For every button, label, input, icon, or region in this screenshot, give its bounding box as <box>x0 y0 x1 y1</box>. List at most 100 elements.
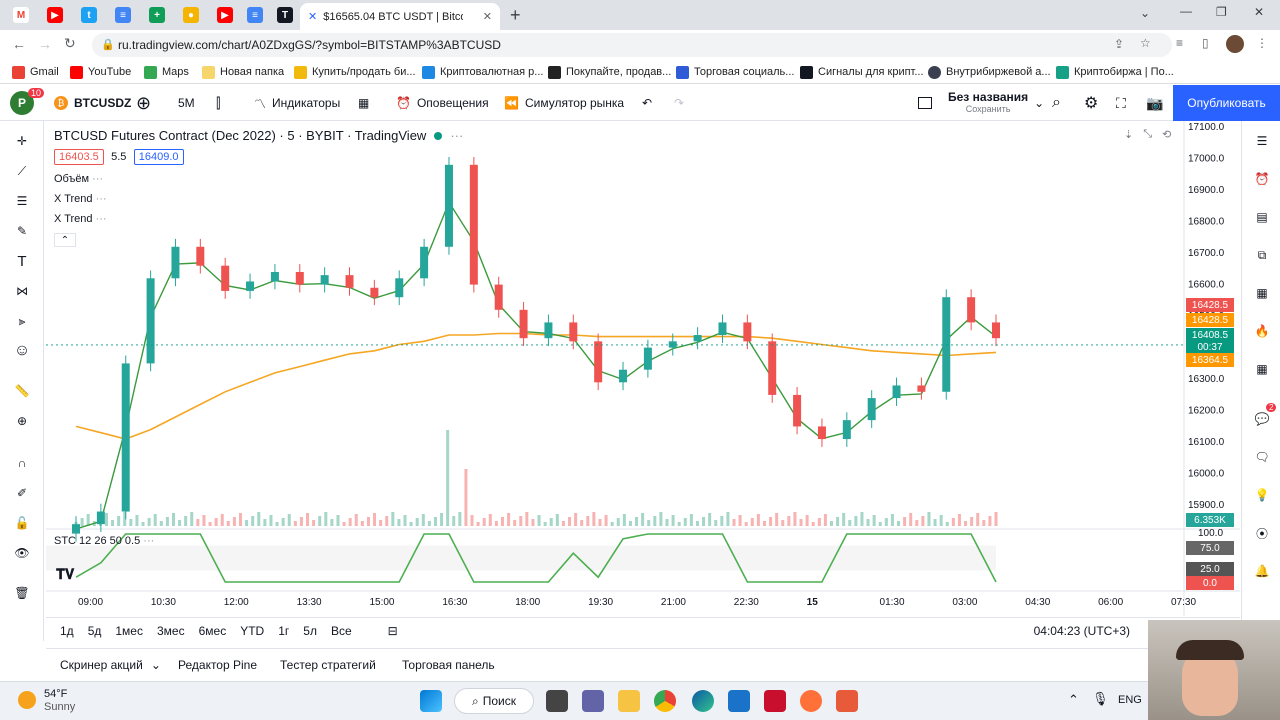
heatmap-button[interactable]: ▦ <box>1250 357 1274 381</box>
lock-tool[interactable]: 🔓 <box>10 511 34 535</box>
interval-button[interactable]: 5M <box>178 85 195 121</box>
bookmark-buy-sell[interactable]: Купить/продать би... <box>294 64 416 80</box>
period-1d[interactable]: 1д <box>60 624 74 638</box>
reset-icon[interactable]: ⟲ <box>1162 128 1171 141</box>
tab-search-icon[interactable]: ⌄ <box>1140 6 1150 20</box>
tab-ext[interactable]: ● <box>176 4 206 26</box>
url-bar[interactable]: 🔒 ru.tradingview.com/chart/A0ZDxgGS/?sym… <box>92 33 1172 57</box>
windows-start-icon[interactable] <box>420 690 442 712</box>
tab-tradingview[interactable]: T <box>270 4 300 26</box>
notifications-button[interactable]: 🔔 <box>1250 559 1274 583</box>
period-1y[interactable]: 1г <box>278 624 289 638</box>
chrome-icon[interactable] <box>654 690 676 712</box>
measure-tool[interactable]: 📏 <box>10 379 34 403</box>
bookmark-maps[interactable]: Maps <box>144 64 189 80</box>
calendar-button[interactable]: ▦ <box>1250 281 1274 305</box>
hotlist-button[interactable]: 🔥 <box>1250 319 1274 343</box>
tab-docs[interactable]: ≡ <box>108 4 138 26</box>
stay-drawing-tool[interactable]: ✐ <box>10 481 34 505</box>
date-range-button[interactable]: ⊟ <box>388 624 398 638</box>
zoom-tool[interactable]: ⊕ <box>10 409 34 433</box>
share-icon[interactable]: ⇪ <box>1114 37 1124 51</box>
layout-menu[interactable]: Без названия Сохранить ⌄ <box>918 85 1044 121</box>
magnet-tool[interactable]: ∩ <box>10 451 34 475</box>
microphone-icon[interactable]: 🎙 <box>1092 691 1109 707</box>
tab-trading-panel[interactable]: Торговая панель <box>402 649 495 681</box>
active-tab[interactable]: ✕ $16565.04 BTC USDT | Bitcoin де ✕ <box>300 3 500 30</box>
symbol-search[interactable]: ₿ BTCUSDZ <box>54 85 131 121</box>
bookmark-cryptobirzha[interactable]: Криптобиржа | По... <box>1056 64 1174 80</box>
period-ytd[interactable]: YTD <box>240 624 264 638</box>
new-tab-button[interactable]: + <box>510 5 521 26</box>
close-window-button[interactable]: ✕ <box>1254 5 1264 19</box>
hide-tool[interactable]: 👁 <box>10 541 34 565</box>
more-icon[interactable]: ··· <box>450 128 463 143</box>
minimize-button[interactable]: — <box>1180 4 1192 18</box>
tab-strategy-tester[interactable]: Тестер стратегий <box>280 649 376 681</box>
edge-icon[interactable] <box>692 690 714 712</box>
oscillator-legend[interactable]: STC 12 26 50 0.5 ··· <box>54 535 154 547</box>
remove-tool[interactable]: 🗑 <box>10 581 34 605</box>
taskbar-search[interactable]: ⌕ Поиск <box>454 688 534 714</box>
collapse-legend-button[interactable]: ⌃ <box>54 233 76 247</box>
chevron-up-icon[interactable]: ⌃ <box>1068 692 1079 708</box>
bookmark-intraday[interactable]: Внутрибиржевой а... <box>928 64 1051 80</box>
snapshot-button[interactable]: 📷 <box>1146 85 1163 121</box>
tab-youtube[interactable]: ▶ <box>40 4 70 26</box>
chat-button[interactable]: 💬 2 <box>1250 403 1277 431</box>
collapse-icon[interactable]: ⤡ <box>1143 128 1152 141</box>
user-menu[interactable]: P 10 <box>10 85 45 121</box>
undo-button[interactable]: ↶ <box>642 85 652 121</box>
tab-pine-editor[interactable]: Редактор Pine <box>178 649 257 681</box>
store-icon[interactable] <box>728 690 750 712</box>
arrow-down-icon[interactable]: ⇣ <box>1124 128 1133 141</box>
streams-button[interactable]: ⦿ <box>1250 521 1274 545</box>
trendline-tool[interactable]: ⟋ <box>10 159 34 183</box>
close-tab-icon[interactable]: ✕ <box>483 10 492 23</box>
fullscreen-button[interactable]: ⛶ <box>1116 85 1126 121</box>
task-view-icon[interactable] <box>546 690 568 712</box>
bookmark-gmail[interactable]: Gmail <box>12 64 59 80</box>
reload-icon[interactable]: ↻ <box>64 35 76 52</box>
maximize-button[interactable]: ❐ <box>1216 5 1227 19</box>
bookmark-star-icon[interactable]: ☆ <box>1140 36 1151 50</box>
firefox-icon[interactable] <box>800 690 822 712</box>
period-3m[interactable]: 3мес <box>157 624 185 638</box>
app-icon[interactable] <box>836 690 858 712</box>
bookmark-social[interactable]: Торговая социаль... <box>676 64 794 80</box>
bookmark-crypto-exchange[interactable]: Криптовалютная р... <box>422 64 543 80</box>
templates-button[interactable]: ▦ <box>358 85 369 121</box>
ask-button[interactable]: 16409.0 <box>133 149 184 165</box>
bid-button[interactable]: 16403.5 <box>54 149 104 165</box>
mcafee-icon[interactable] <box>764 690 786 712</box>
tab-docs-2[interactable]: ≡ <box>240 4 270 26</box>
crosshair-tool[interactable]: ✛ <box>10 129 34 153</box>
forward-icon[interactable]: → <box>38 36 52 52</box>
help-button[interactable]: 💡 <box>1250 483 1274 507</box>
text-tool[interactable]: T <box>10 249 34 273</box>
reading-list-icon[interactable]: ≡ <box>1176 36 1183 50</box>
file-explorer-icon[interactable] <box>618 690 640 712</box>
watchlist-button[interactable]: ☰ <box>1250 129 1274 153</box>
weather-widget[interactable]: 54°F Sunny <box>44 688 75 714</box>
back-icon[interactable]: ← <box>12 36 26 52</box>
forecast-tool[interactable]: ⫸ <box>10 309 34 333</box>
bookmark-signals[interactable]: Сигналы для крипт... <box>800 64 924 80</box>
indicators-button[interactable]: 〽 Индикаторы <box>254 85 340 121</box>
settings-button[interactable]: ⚙ <box>1084 85 1098 121</box>
publish-button[interactable]: Опубликовать <box>1173 85 1280 121</box>
data-window-button[interactable]: ⧉ <box>1250 243 1274 267</box>
tab-gmail[interactable]: M <box>6 4 36 26</box>
tab-stock-screener[interactable]: Скринер акций ⌄ <box>60 649 161 681</box>
period-all[interactable]: Все <box>331 624 352 638</box>
profile-avatar[interactable] <box>1226 35 1244 53</box>
replay-button[interactable]: ⏪ Симулятор рынка <box>504 85 624 121</box>
clock[interactable]: 04:04:23 (UTC+3) <box>1034 624 1130 638</box>
fib-tool[interactable]: ☰ <box>10 189 34 213</box>
alerts-panel-button[interactable]: ⏰ <box>1250 167 1274 191</box>
teams-icon[interactable] <box>582 690 604 712</box>
compare-symbol-button[interactable]: ⊕ <box>136 85 151 121</box>
indicator-xtrend-1[interactable]: X Trend ··· <box>54 193 463 205</box>
ideas-button[interactable]: 🗨 <box>1250 445 1274 469</box>
bookmark-folder[interactable]: Новая папка <box>202 64 284 80</box>
